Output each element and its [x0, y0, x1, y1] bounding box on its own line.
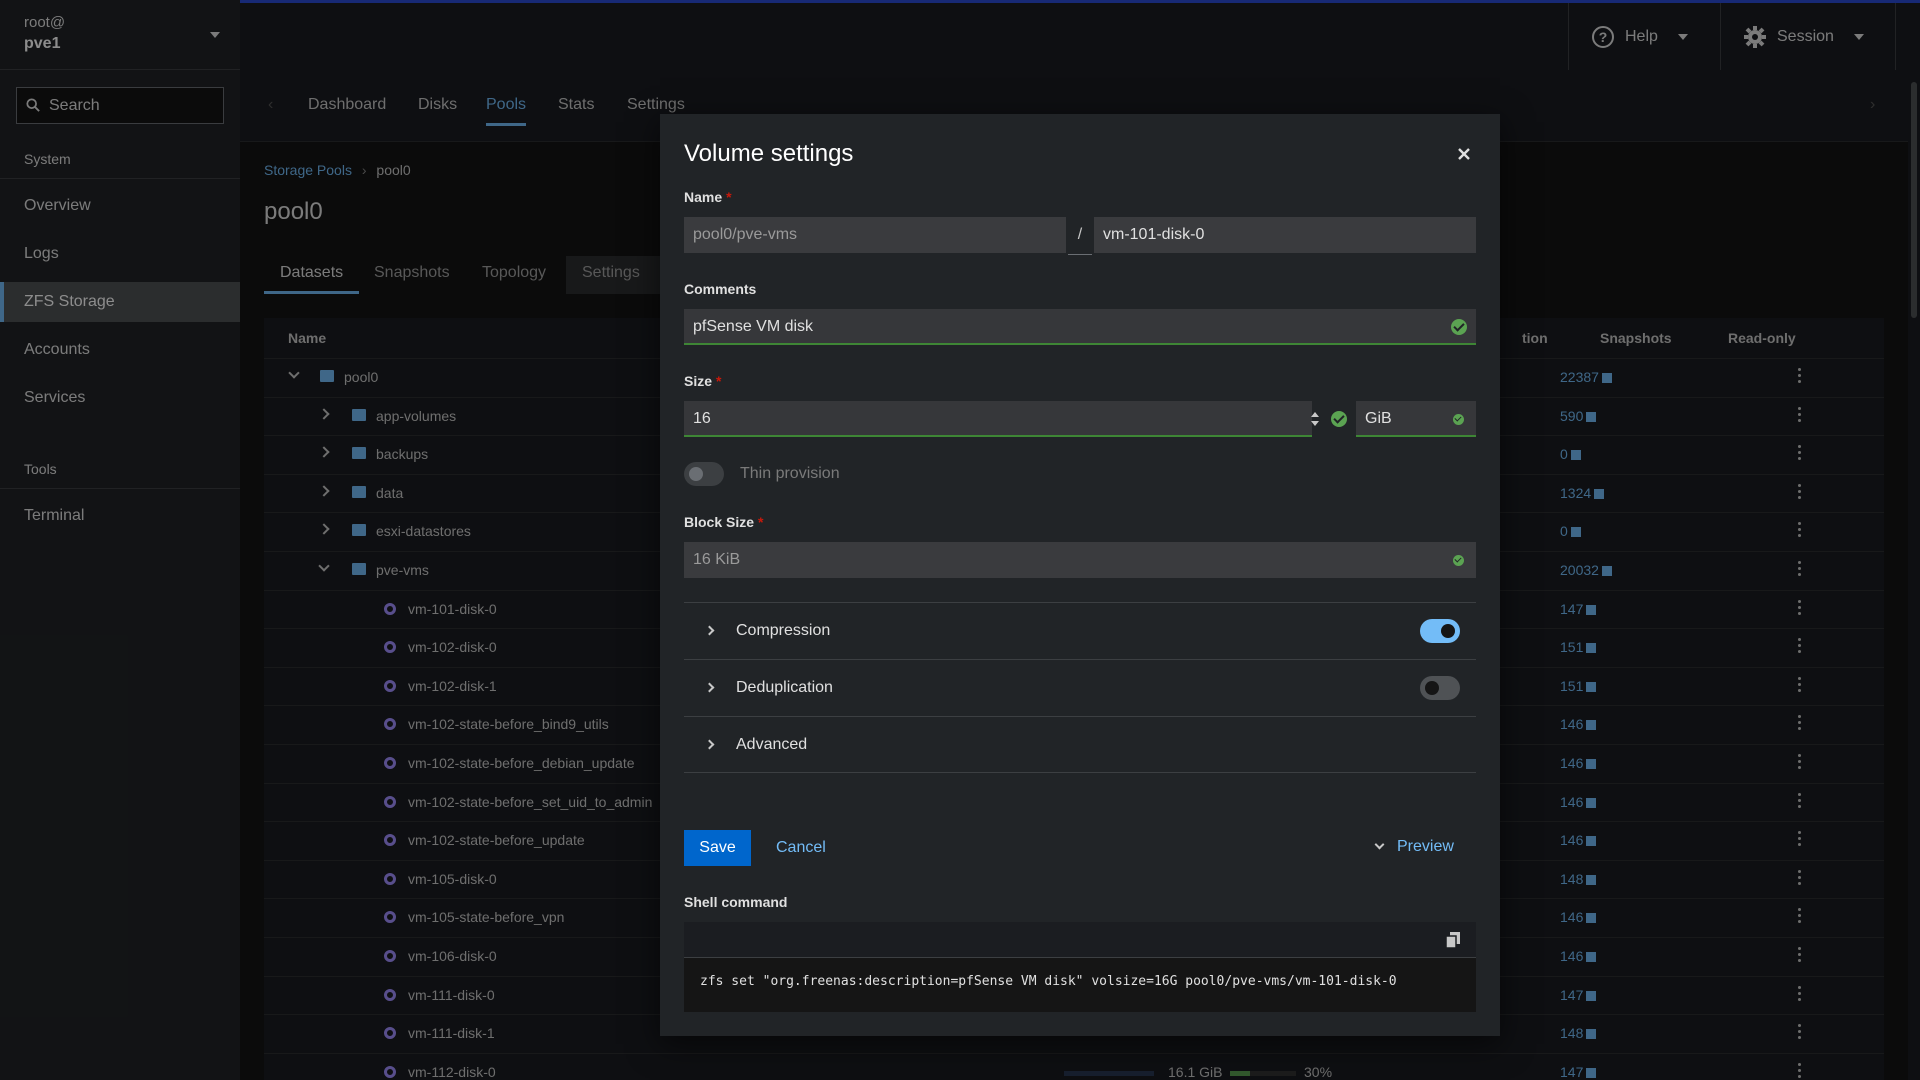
check-circle-icon [1451, 319, 1467, 335]
check-circle-icon [1331, 411, 1347, 427]
save-button[interactable]: Save [684, 830, 751, 866]
check-circle-icon [1453, 555, 1464, 566]
compression-expander[interactable]: Compression [684, 602, 1476, 659]
size-label: Size * [684, 373, 722, 389]
size-field[interactable]: 16 [684, 401, 1312, 437]
toggle-knob [1441, 624, 1455, 638]
close-icon[interactable] [1456, 146, 1472, 162]
compression-toggle[interactable] [1420, 619, 1460, 643]
shell-command-block: zfs set "org.freenas:description=pfSense… [684, 922, 1476, 1012]
comments-label: Comments [684, 281, 757, 297]
deduplication-label: Deduplication [736, 679, 833, 696]
chevron-right-icon [704, 625, 715, 636]
thin-provision-label: Thin provision [740, 465, 840, 482]
name-parent-field: pool0/pve-vms [684, 217, 1066, 253]
chevron-right-icon [704, 739, 715, 750]
deduplication-toggle[interactable] [1420, 676, 1460, 700]
name-label: Name * [684, 189, 732, 205]
volume-settings-dialog: Volume settings Name * pool0/pve-vms / vm… [660, 114, 1500, 1036]
toggle-knob [1425, 681, 1439, 695]
name-field[interactable]: vm-101-disk-0 [1094, 217, 1476, 253]
chevron-down-icon [1374, 839, 1385, 850]
advanced-expander[interactable]: Advanced [684, 716, 1476, 773]
thin-provision-toggle[interactable] [684, 462, 724, 486]
shell-command-label: Shell command [684, 894, 788, 910]
chevron-right-icon [704, 682, 715, 693]
dialog-title: Volume settings [684, 140, 854, 167]
advanced-label: Advanced [736, 736, 808, 753]
spinner-arrows-icon[interactable] [1310, 409, 1320, 429]
name-separator: / [1068, 217, 1092, 255]
code-toolbar [684, 922, 1476, 958]
check-circle-icon [1453, 414, 1464, 425]
copy-icon[interactable] [1446, 932, 1460, 948]
block-size-field: 16 KiB [684, 542, 1476, 578]
block-size-label: Block Size * [684, 514, 764, 530]
preview-toggle[interactable]: Preview [1374, 838, 1454, 856]
toggle-knob [689, 467, 703, 481]
cancel-button[interactable]: Cancel [772, 830, 830, 866]
deduplication-expander[interactable]: Deduplication [684, 659, 1476, 716]
comments-field[interactable]: pfSense VM disk [684, 309, 1476, 345]
compression-label: Compression [736, 622, 831, 639]
shell-command-text: zfs set "org.freenas:description=pfSense… [700, 974, 1397, 989]
